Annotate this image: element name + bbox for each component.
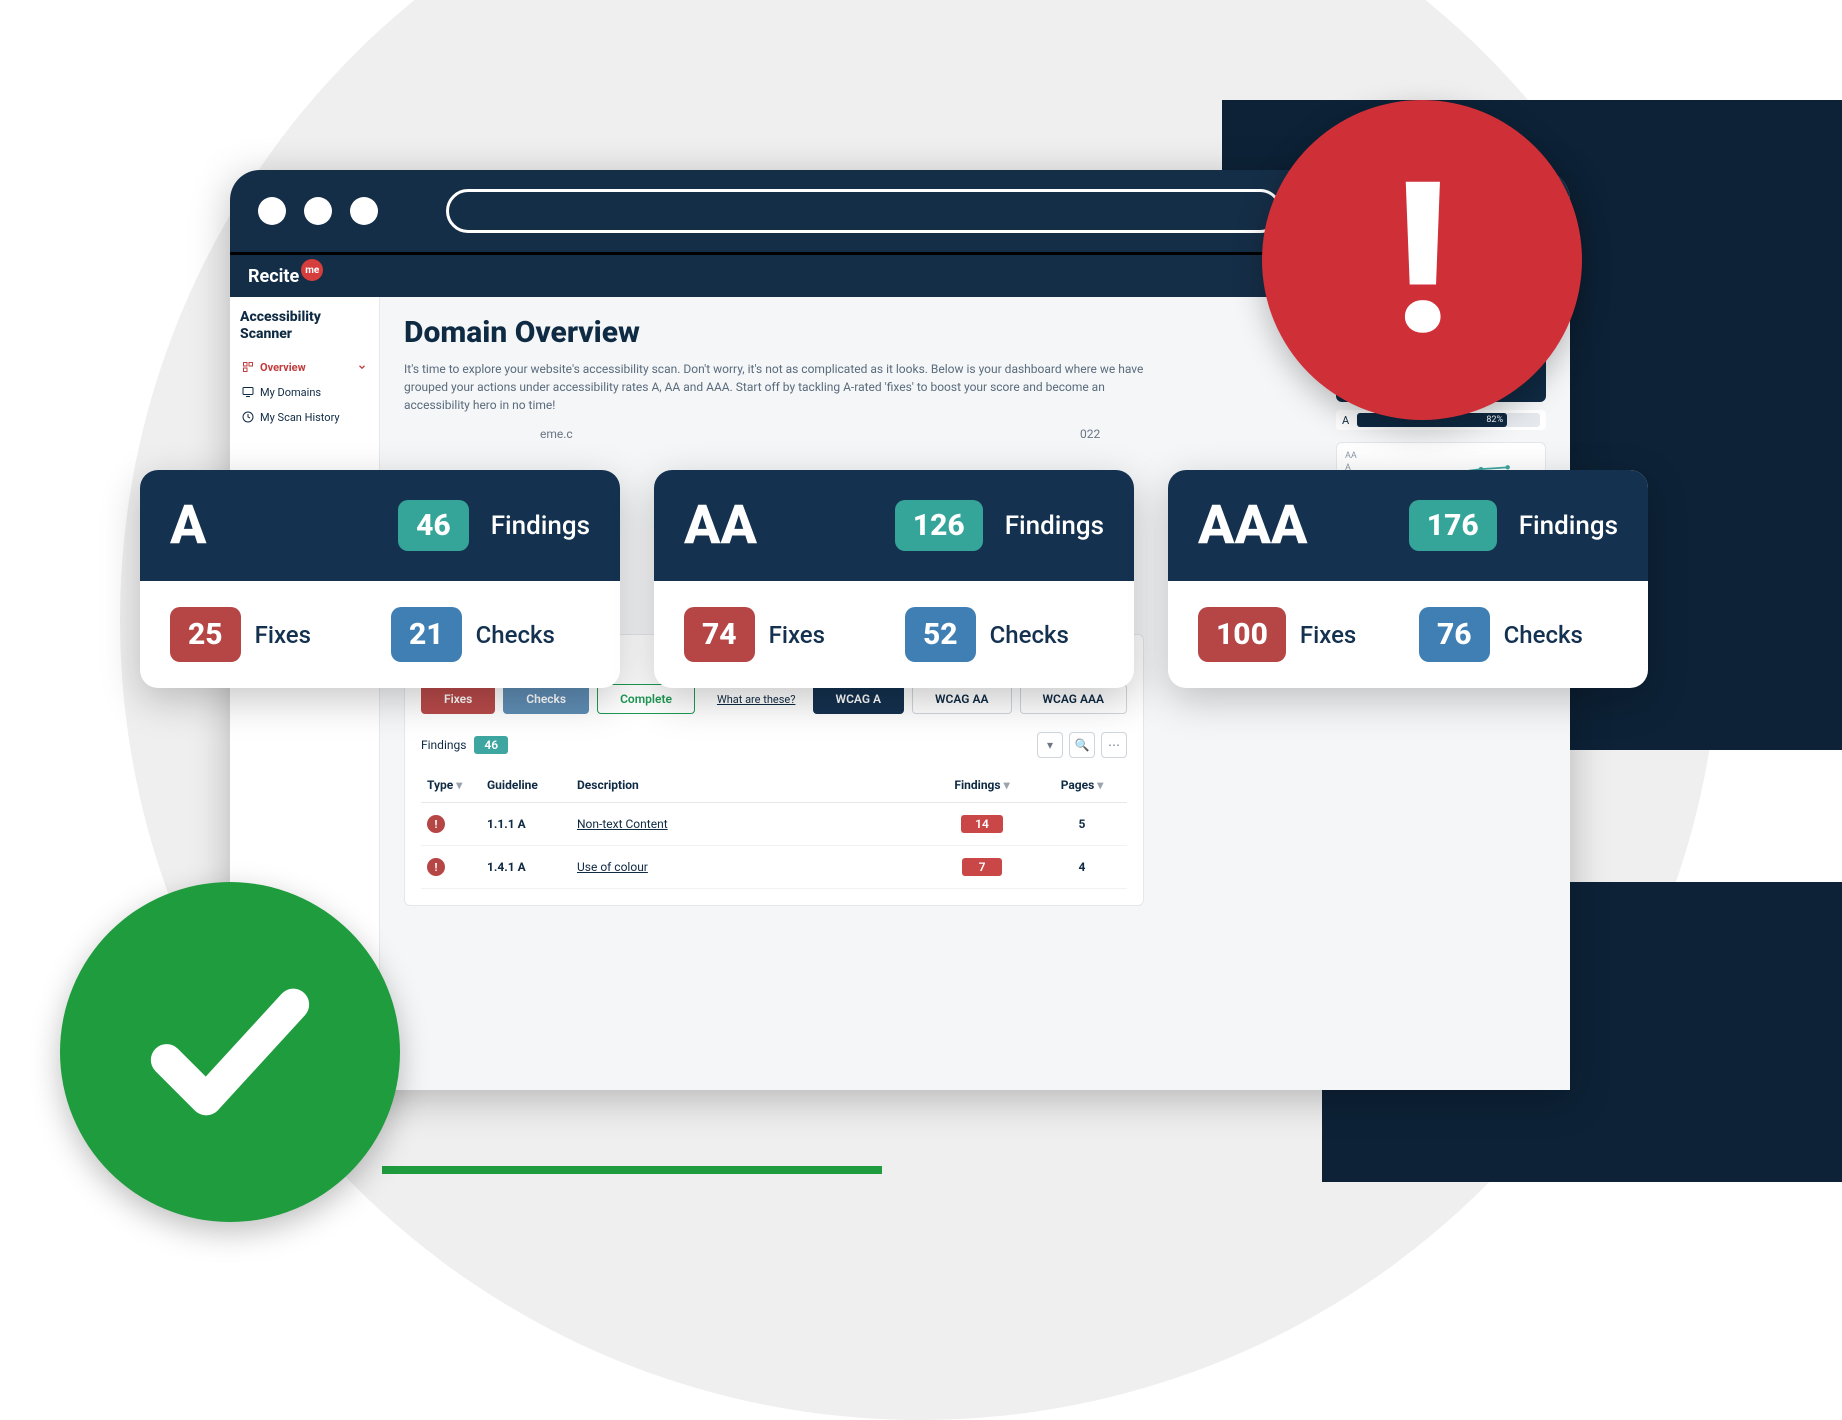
findings-table: Type ▾ Guideline Description Findings ▾ … — [421, 768, 1127, 889]
checks-badge: 76 — [1419, 607, 1490, 662]
fixes-badge: 100 — [1198, 607, 1286, 662]
col-findings[interactable]: Findings — [954, 778, 1000, 792]
help-link[interactable]: What are these? — [717, 693, 796, 706]
error-icon: ! — [427, 815, 445, 833]
chevron-down-icon — [357, 361, 367, 373]
findings-badge: 126 — [895, 500, 983, 551]
clock-icon — [242, 411, 254, 423]
search-icon[interactable]: 🔍 — [1069, 732, 1095, 758]
sidebar-title: Accessibility Scanner — [240, 309, 369, 343]
findings-label: Findings — [1519, 511, 1618, 541]
col-type[interactable]: Type — [427, 778, 453, 792]
findings-label: Findings — [1005, 511, 1104, 541]
findings-badge: 176 — [1409, 500, 1497, 551]
more-icon[interactable]: ⋯ — [1101, 732, 1127, 758]
filter-icon[interactable]: ▾ — [1037, 732, 1063, 758]
table-row[interactable]: ! 1.1.1 A Non-text Content 14 5 — [421, 803, 1127, 846]
findings-label: Findings — [491, 511, 590, 541]
checks-badge: 21 — [391, 607, 462, 662]
traffic-light-icon — [258, 197, 286, 225]
sidebar-item-label: My Scan History — [260, 411, 340, 424]
address-bar[interactable] — [446, 189, 1282, 233]
sort-icon[interactable]: ▾ — [1097, 778, 1103, 792]
table-row[interactable]: ! 1.4.1 A Use of colour 7 4 — [421, 846, 1127, 889]
fixes-label: Fixes — [769, 621, 825, 649]
wcag-aaa-toggle[interactable]: WCAG AAA — [1020, 684, 1128, 714]
findings-count-label: Findings — [421, 738, 466, 752]
cell-findings: 7 — [962, 858, 1002, 876]
col-pages[interactable]: Pages — [1061, 778, 1095, 792]
decorative-underline — [382, 1166, 882, 1174]
sort-icon[interactable]: ▾ — [1004, 778, 1010, 792]
col-description[interactable]: Description — [571, 768, 927, 803]
cell-pages: 5 — [1079, 817, 1086, 831]
tab-checks[interactable]: Checks — [503, 684, 589, 714]
checks-badge: 52 — [905, 607, 976, 662]
page-title: Domain Overview — [404, 315, 1164, 350]
sidebar-item-label: Overview — [260, 361, 306, 374]
traffic-light-icon — [304, 197, 332, 225]
success-icon — [60, 882, 400, 1222]
fixes-label: Fixes — [1300, 621, 1356, 649]
alert-icon: ! — [1262, 100, 1582, 420]
checks-label: Checks — [476, 621, 555, 649]
cell-guideline: 1.4.1 A — [487, 860, 526, 874]
cell-description[interactable]: Non-text Content — [577, 817, 668, 831]
url-fragment: eme.c — [540, 427, 573, 441]
error-icon: ! — [427, 858, 445, 876]
page-intro: It's time to explore your website's acce… — [404, 360, 1164, 414]
cell-guideline: 1.1.1 A — [487, 817, 526, 831]
grid-icon — [242, 361, 254, 373]
summary-cards-row: A 46 Findings 25 Fixes 21 Checks AA 126 Fi… — [140, 470, 1648, 688]
brand-name: Recite — [248, 266, 299, 287]
summary-card-a: A 46 Findings 25 Fixes 21 Checks — [140, 470, 620, 688]
findings-badge: 46 — [398, 500, 469, 551]
summary-card-aa: AA 126 Findings 74 Fixes 52 Checks — [654, 470, 1134, 688]
exclamation-icon: ! — [1393, 155, 1450, 365]
cell-findings: 14 — [961, 815, 1003, 833]
sidebar-item-label: My Domains — [260, 386, 321, 399]
checks-label: Checks — [990, 621, 1069, 649]
sort-icon[interactable]: ▾ — [456, 778, 462, 792]
findings-count-badge: 46 — [474, 736, 508, 754]
grade-label: A — [170, 494, 376, 557]
date-fragment: 022 — [1080, 427, 1100, 441]
monitor-icon — [242, 386, 254, 398]
sidebar-item-overview[interactable]: Overview — [240, 355, 369, 380]
brand-suffix: me — [301, 259, 323, 281]
sidebar-item-scan-history[interactable]: My Scan History — [240, 405, 369, 430]
checkmark-icon — [135, 957, 325, 1147]
tab-fixes[interactable]: Fixes — [421, 684, 495, 714]
chart-y-label: AA — [1345, 451, 1357, 461]
cell-description[interactable]: Use of colour — [577, 860, 648, 874]
summary-card-aaa: AAA 176 Findings 100 Fixes 76 Checks — [1168, 470, 1648, 688]
fixes-badge: 25 — [170, 607, 241, 662]
grade-label: AA — [684, 494, 873, 557]
tab-complete[interactable]: Complete — [597, 684, 695, 714]
wcag-aa-toggle[interactable]: WCAG AA — [912, 684, 1011, 714]
fixes-label: Fixes — [255, 621, 311, 649]
sidebar-item-my-domains[interactable]: My Domains — [240, 380, 369, 405]
fixes-badge: 74 — [684, 607, 755, 662]
grade-label: AAA — [1198, 494, 1387, 557]
wcag-a-toggle[interactable]: WCAG A — [813, 684, 904, 714]
score-bar-label: A — [1342, 414, 1349, 427]
col-guideline[interactable]: Guideline — [481, 768, 571, 803]
checks-label: Checks — [1504, 621, 1583, 649]
cell-pages: 4 — [1079, 860, 1086, 874]
traffic-light-icon — [350, 197, 378, 225]
